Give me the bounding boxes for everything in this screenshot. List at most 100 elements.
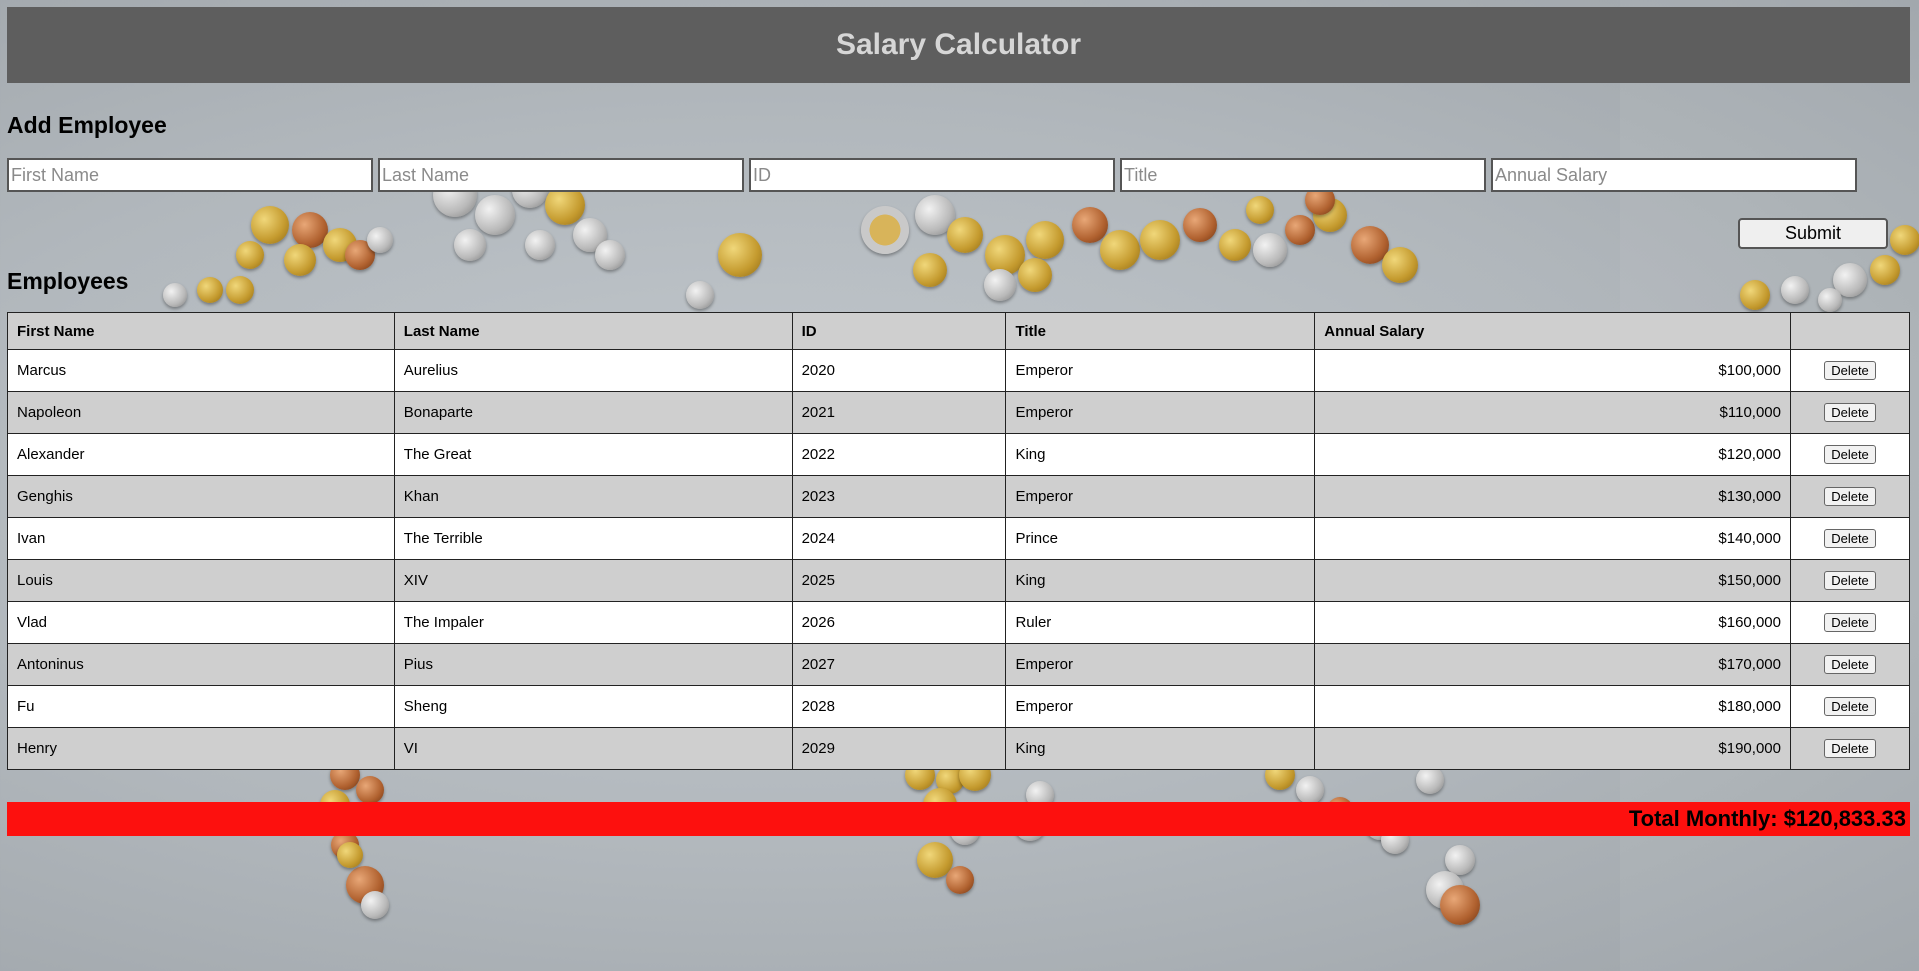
cell-first-name: Antoninus xyxy=(7,643,395,686)
add-employee-heading: Add Employee xyxy=(7,112,167,138)
cell-annual-salary: $170,000 xyxy=(1314,643,1791,686)
coin-decoration xyxy=(1426,871,1464,909)
coin-decoration xyxy=(1351,226,1389,264)
page-title: Salary Calculator xyxy=(835,28,1082,61)
table-header-row: First Name Last Name ID Title Annual Sal… xyxy=(7,312,1911,350)
coin-decoration xyxy=(1313,198,1347,232)
cell-last-name: VI xyxy=(393,727,793,770)
coin-decoration xyxy=(361,891,389,919)
cell-last-name: Pius xyxy=(393,643,793,686)
cell-action: Delete xyxy=(1789,517,1911,560)
coin-decoration xyxy=(1183,208,1217,242)
coin-decoration xyxy=(323,228,357,262)
cell-action: Delete xyxy=(1789,349,1911,392)
cell-title: Emperor xyxy=(1005,349,1316,392)
cell-action: Delete xyxy=(1789,391,1911,434)
coin-decoration xyxy=(236,241,264,269)
cell-last-name: The Great xyxy=(393,433,793,476)
delete-button[interactable]: Delete xyxy=(1824,697,1876,716)
table-row: Genghis Khan 2023 Emperor $130,000 Delet… xyxy=(7,475,1911,518)
coin-decoration xyxy=(1253,233,1287,267)
table-row: Henry VI 2029 King $190,000 Delete xyxy=(7,727,1911,770)
coin-decoration xyxy=(936,766,964,794)
delete-button[interactable]: Delete xyxy=(1824,613,1876,632)
coin-decoration xyxy=(917,842,953,878)
column-header-first-name: First Name xyxy=(7,312,395,350)
table-row: Ivan The Terrible 2024 Prince $140,000 D… xyxy=(7,517,1911,560)
coin-decoration xyxy=(454,229,486,261)
cell-first-name: Genghis xyxy=(7,475,395,518)
cell-annual-salary: $120,000 xyxy=(1314,433,1791,476)
submit-button[interactable]: Submit xyxy=(1738,218,1888,249)
coin-decoration xyxy=(573,218,607,252)
employees-table: First Name Last Name ID Title Annual Sal… xyxy=(7,312,1911,770)
coin-decoration xyxy=(226,276,254,304)
cell-id: 2026 xyxy=(791,601,1007,644)
coin-decoration xyxy=(913,253,947,287)
cell-last-name: Sheng xyxy=(393,685,793,728)
coin-decoration xyxy=(1382,247,1418,283)
cell-last-name: The Impaler xyxy=(393,601,793,644)
coin-decoration xyxy=(1285,215,1315,245)
cell-action: Delete xyxy=(1789,727,1911,770)
id-input[interactable] xyxy=(749,158,1115,192)
delete-button[interactable]: Delete xyxy=(1824,487,1876,506)
delete-button[interactable]: Delete xyxy=(1824,655,1876,674)
employees-heading: Employees xyxy=(7,268,129,294)
delete-button[interactable]: Delete xyxy=(1824,361,1876,380)
annual-salary-input[interactable] xyxy=(1491,158,1857,192)
cell-first-name: Napoleon xyxy=(7,391,395,434)
cell-title: Emperor xyxy=(1005,643,1316,686)
column-header-title: Title xyxy=(1005,312,1316,350)
last-name-input[interactable] xyxy=(378,158,744,192)
cell-last-name: Bonaparte xyxy=(393,391,793,434)
cell-first-name: Fu xyxy=(7,685,395,728)
cell-title: King xyxy=(1005,433,1316,476)
coin-decoration xyxy=(984,269,1016,301)
coin-decoration xyxy=(946,866,974,894)
cell-last-name: XIV xyxy=(393,559,793,602)
delete-button[interactable]: Delete xyxy=(1824,529,1876,548)
table-row: Vlad The Impaler 2026 Ruler $160,000 Del… xyxy=(7,601,1911,644)
coin-decoration xyxy=(475,195,515,235)
first-name-input[interactable] xyxy=(7,158,373,192)
column-header-id: ID xyxy=(791,312,1007,350)
coin-decoration xyxy=(1100,230,1140,270)
total-monthly-bar: Total Monthly: $120,833.33 xyxy=(7,802,1910,836)
coin-decoration xyxy=(337,842,363,868)
cell-annual-salary: $190,000 xyxy=(1314,727,1791,770)
cell-title: King xyxy=(1005,559,1316,602)
cell-id: 2027 xyxy=(791,643,1007,686)
coin-decoration xyxy=(1072,207,1108,243)
coin-decoration xyxy=(1445,845,1475,875)
coin-decoration xyxy=(163,283,187,307)
cell-action: Delete xyxy=(1789,601,1911,644)
cell-id: 2024 xyxy=(791,517,1007,560)
coin-decoration xyxy=(1440,885,1480,925)
coin-decoration xyxy=(686,281,714,309)
cell-first-name: Henry xyxy=(7,727,395,770)
cell-title: Prince xyxy=(1005,517,1316,560)
delete-button[interactable]: Delete xyxy=(1824,403,1876,422)
cell-first-name: Louis xyxy=(7,559,395,602)
table-row: Alexander The Great 2022 King $120,000 D… xyxy=(7,433,1911,476)
title-input[interactable] xyxy=(1120,158,1486,192)
cell-annual-salary: $130,000 xyxy=(1314,475,1791,518)
delete-button[interactable]: Delete xyxy=(1824,571,1876,590)
column-header-annual-salary: Annual Salary xyxy=(1314,312,1791,350)
cell-first-name: Vlad xyxy=(7,601,395,644)
coin-decoration xyxy=(346,866,384,904)
cell-id: 2028 xyxy=(791,685,1007,728)
cell-action: Delete xyxy=(1789,559,1911,602)
cell-id: 2025 xyxy=(791,559,1007,602)
cell-annual-salary: $180,000 xyxy=(1314,685,1791,728)
coin-decoration xyxy=(1026,221,1064,259)
delete-button[interactable]: Delete xyxy=(1824,739,1876,758)
delete-button[interactable]: Delete xyxy=(1824,445,1876,464)
cell-last-name: Aurelius xyxy=(393,349,793,392)
coin-decoration xyxy=(1140,220,1180,260)
cell-last-name: The Terrible xyxy=(393,517,793,560)
employees-table-body: Marcus Aurelius 2020 Emperor $100,000 De… xyxy=(7,349,1911,770)
cell-annual-salary: $100,000 xyxy=(1314,349,1791,392)
coin-decoration xyxy=(1296,776,1324,804)
